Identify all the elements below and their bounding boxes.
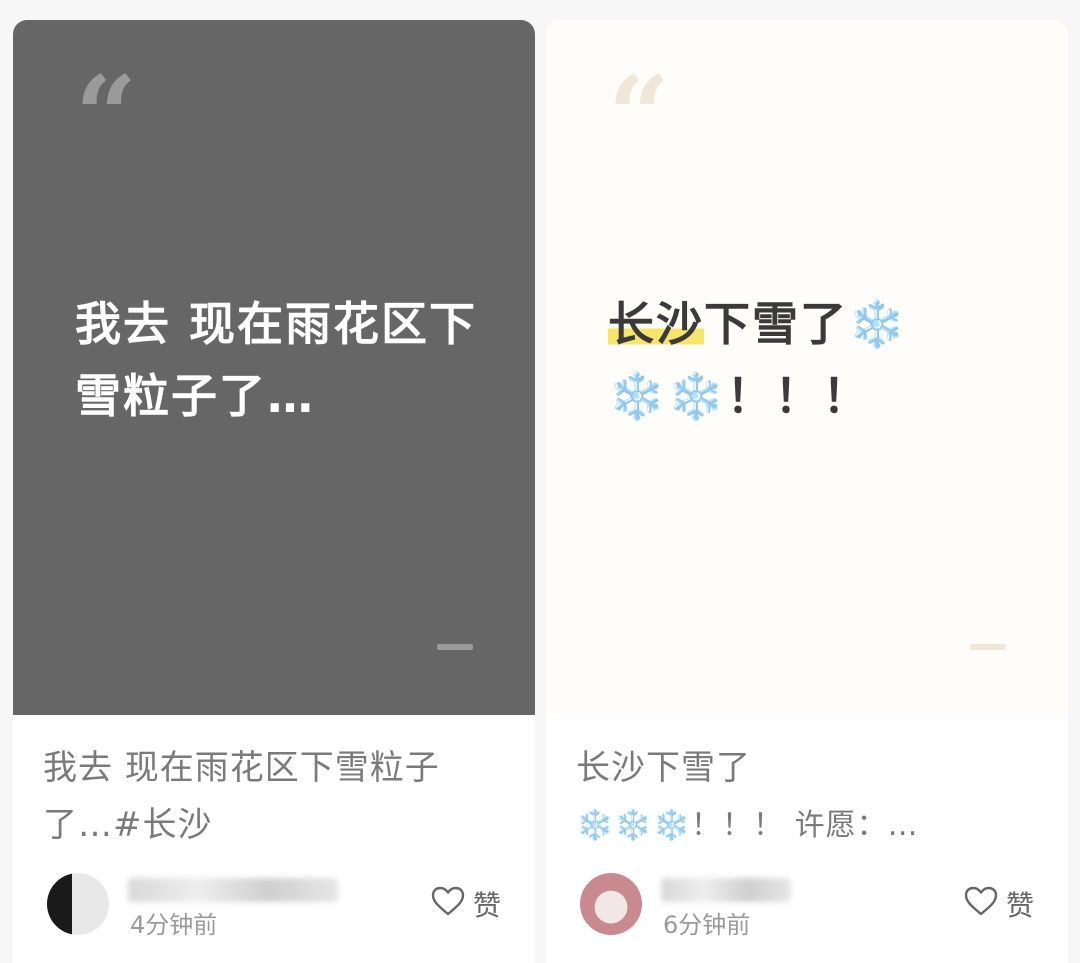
like-button-label[interactable]: 赞 <box>1006 884 1034 924</box>
caption-line: 了…#长沙 <box>43 805 213 845</box>
quote-mark-icon: “ <box>608 53 671 179</box>
cover-divider <box>437 644 473 650</box>
heart-outline-icon[interactable] <box>964 886 998 916</box>
avatar[interactable] <box>47 873 109 935</box>
post-time: 4分钟前 <box>130 911 218 939</box>
cover-text-rest: 下雪了❄️ <box>704 297 908 351</box>
highlighted-text: 长沙 <box>608 297 704 351</box>
like-button-label[interactable]: 赞 <box>473 884 501 924</box>
note-cover[interactable]: “ 我去 现在雨花区下雪粒子了… <box>13 20 535 715</box>
cover-text: 我去 现在雨花区下雪粒子了… <box>75 297 478 423</box>
caption-line: ❄️❄️❄️！！！ 许愿：… <box>576 808 919 843</box>
username-blurred[interactable] <box>128 878 338 902</box>
note-card[interactable]: “ 长沙下雪了❄️ ❄️❄️！！！ 长沙下雪了 ❄️❄️❄️！！！ 许愿：… 6… <box>546 20 1068 963</box>
post-time: 6分钟前 <box>663 911 751 939</box>
caption-line: 长沙下雪了 <box>576 748 751 788</box>
username-blurred[interactable] <box>661 878 791 902</box>
note-card[interactable]: “ 我去 现在雨花区下雪粒子了… 我去 现在雨花区下雪粒子 了…#长沙 4分钟前… <box>13 20 535 963</box>
cover-text: 长沙下雪了❄️ ❄️❄️！！！ <box>608 288 1028 432</box>
avatar[interactable] <box>580 873 642 935</box>
note-caption[interactable]: 我去 现在雨花区下雪粒子 了…#长沙 <box>43 740 513 854</box>
cover-divider <box>970 644 1006 650</box>
caption-line: 我去 现在雨花区下雪粒子 <box>43 748 440 788</box>
quote-mark-icon: “ <box>75 53 138 179</box>
note-caption[interactable]: 长沙下雪了 ❄️❄️❄️！！！ 许愿：… <box>576 740 1046 854</box>
cover-text-line: ❄️❄️！！！ <box>608 369 871 423</box>
heart-outline-icon[interactable] <box>431 886 465 916</box>
cover-text-line: 长沙下雪了❄️ <box>608 288 1028 360</box>
note-cover[interactable]: “ 长沙下雪了❄️ ❄️❄️！！！ <box>546 20 1068 715</box>
